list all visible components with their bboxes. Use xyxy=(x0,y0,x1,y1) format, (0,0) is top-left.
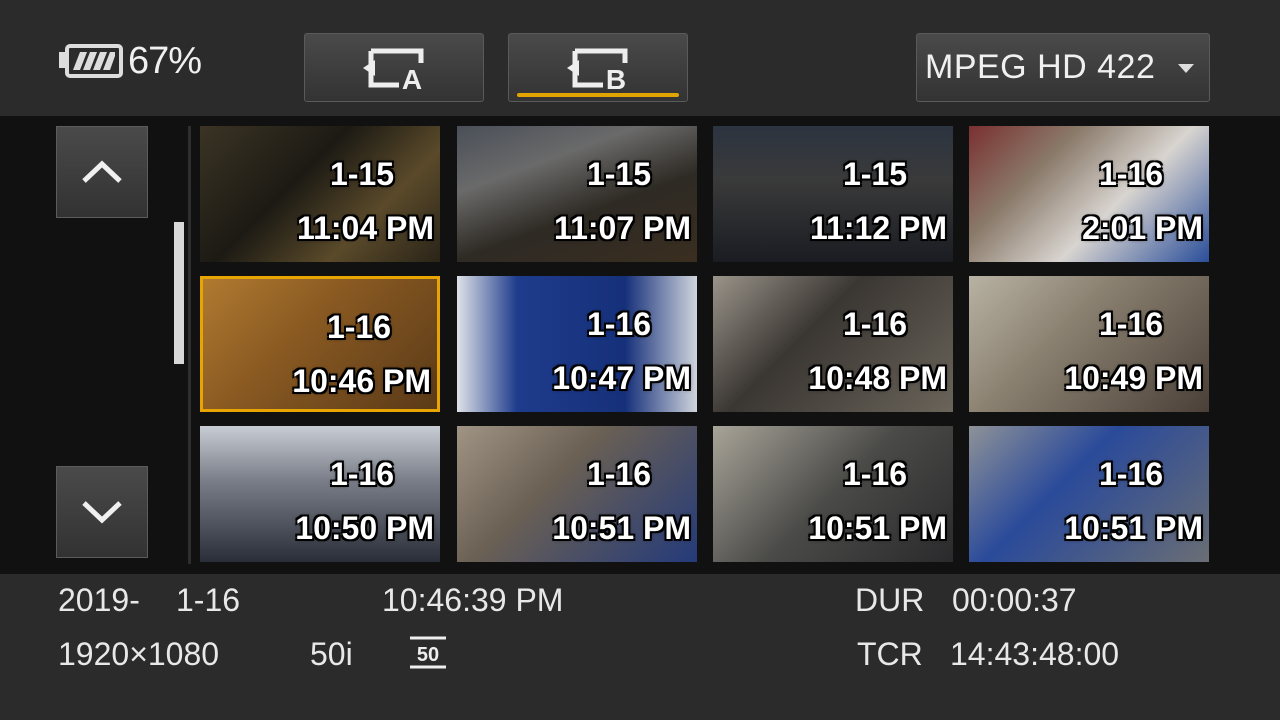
clip-time: 11:12 PM xyxy=(810,210,947,246)
clip-date: 1-16 xyxy=(329,456,394,492)
clip-date: 1-16 xyxy=(326,309,391,345)
card-slot-b-icon: B xyxy=(567,48,628,93)
slot-a-button[interactable]: A xyxy=(304,33,484,102)
chevron-up-icon xyxy=(82,160,122,183)
svg-text:B: B xyxy=(606,64,626,93)
clip-time: 10:48 PM xyxy=(808,360,947,396)
svg-text:50: 50 xyxy=(417,644,439,666)
top-bar: 67% A B MPEG HD 422 xyxy=(0,0,1280,116)
frame-rate: 50i xyxy=(310,636,353,672)
clip-thumbnail[interactable]: 1-16 10:51 PM xyxy=(969,426,1209,562)
tcr-label: TCR xyxy=(857,636,923,672)
clip-time: 10:50 PM xyxy=(295,510,434,546)
format-dropdown[interactable]: MPEG HD 422 xyxy=(916,33,1210,102)
clip-time-info: 10:46:39 PM xyxy=(382,582,564,618)
clip-thumbnail[interactable]: 1-16 10:49 PM xyxy=(969,276,1209,412)
scrollbar-thumb[interactable] xyxy=(174,222,184,364)
clip-thumbnail-selected[interactable]: 1-16 10:46 PM xyxy=(200,276,440,412)
battery-percent: 67% xyxy=(128,40,202,82)
clip-date: 1-16 xyxy=(842,456,907,492)
clip-thumbnail[interactable]: 1-16 10:48 PM xyxy=(713,276,953,412)
clip-date: 1-16 xyxy=(1098,156,1163,192)
clip-time: 11:07 PM xyxy=(554,210,691,246)
clip-date: 1-15 xyxy=(586,156,651,192)
frame-rate-badge-icon: 50 xyxy=(410,636,446,669)
clip-time: 10:51 PM xyxy=(552,510,691,546)
dropdown-arrow-icon xyxy=(1178,63,1195,73)
thumbnail-area: 1-15 11:04 PM 1-15 11:07 PM 1-15 11:12 P… xyxy=(0,116,1280,574)
scrollbar-track[interactable] xyxy=(174,222,184,364)
chevron-down-icon xyxy=(82,501,122,524)
clip-date: 1-16 xyxy=(586,306,651,342)
clip-thumbnail[interactable]: 1-16 10:51 PM xyxy=(457,426,697,562)
clip-time: 10:46 PM xyxy=(292,363,431,399)
divider xyxy=(188,126,191,564)
clip-date: 1-16 xyxy=(1098,456,1163,492)
slot-b-button[interactable]: B xyxy=(508,33,688,102)
clip-thumbnail[interactable]: 1-15 11:12 PM xyxy=(713,126,953,262)
clip-thumbnail[interactable]: 1-16 10:50 PM xyxy=(200,426,440,562)
clip-thumbnail[interactable]: 1-16 10:51 PM xyxy=(713,426,953,562)
clip-date: 1-15 xyxy=(329,156,394,192)
scroll-down-button[interactable] xyxy=(56,466,148,558)
svg-text:A: A xyxy=(402,64,422,93)
battery-icon xyxy=(59,43,123,78)
clip-time: 11:04 PM xyxy=(297,210,434,246)
clip-time: 10:51 PM xyxy=(1064,510,1203,546)
clip-thumbnail[interactable]: 1-16 10:47 PM xyxy=(457,276,697,412)
clip-date-info: 1-16 xyxy=(176,582,241,618)
clip-thumbnail[interactable]: 1-15 11:07 PM xyxy=(457,126,697,262)
clip-date: 1-15 xyxy=(842,156,907,192)
clip-thumbnail[interactable]: 1-16 2:01 PM xyxy=(969,126,1209,262)
clip-time: 10:47 PM xyxy=(552,360,691,396)
clip-date: 1-16 xyxy=(586,456,651,492)
timecode-value: 14:43:48:00 xyxy=(950,636,1120,672)
duration-value: 00:00:37 xyxy=(952,582,1077,618)
clip-date: 1-16 xyxy=(1098,306,1163,342)
clip-time: 10:51 PM xyxy=(808,510,947,546)
battery-status: 67% xyxy=(58,40,202,83)
clip-date: 1-16 xyxy=(842,306,907,342)
scroll-up-button[interactable] xyxy=(56,126,148,218)
duration-label: DUR xyxy=(855,582,925,618)
card-slot-a-icon: A xyxy=(363,48,424,93)
clip-time: 10:49 PM xyxy=(1064,360,1203,396)
resolution: 1920×1080 xyxy=(58,636,220,672)
format-label: MPEG HD 422 xyxy=(925,48,1156,86)
clip-year: 2019- xyxy=(58,582,140,618)
clip-thumbnail[interactable]: 1-15 11:04 PM xyxy=(200,126,440,262)
clip-time: 2:01 PM xyxy=(1082,210,1203,246)
